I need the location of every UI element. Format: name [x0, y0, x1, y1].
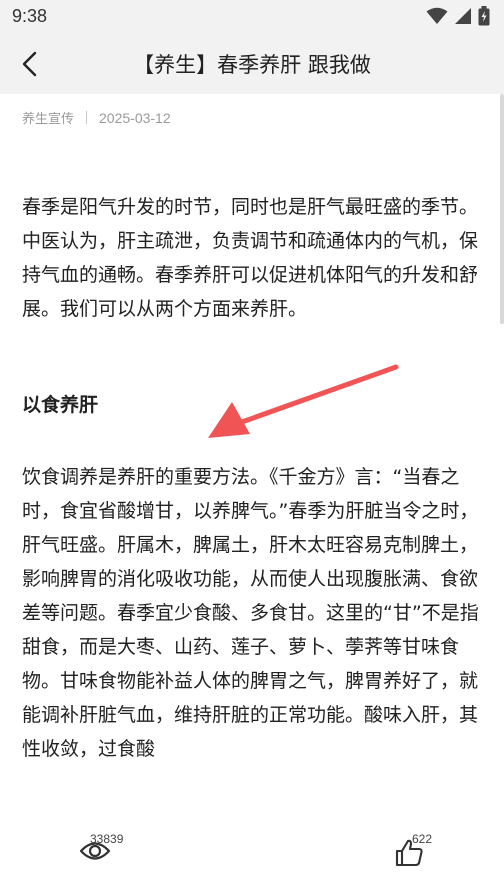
article-paragraph: 饮食调养是养肝的重要方法。《千金方》言：“当春之时，食宜省酸增甘，以养脾气。”春… — [22, 466, 479, 760]
status-bar: 9:38 — [0, 0, 504, 32]
content-fade — [0, 792, 504, 812]
signal-icon — [455, 8, 471, 24]
article-body: 春季是阳气升发的时节，同时也是肝气最旺盛的季节。中医认为，肝主疏泄，负责调节和疏… — [22, 190, 482, 804]
arrow-annotation-icon — [208, 364, 399, 438]
meta-divider — [86, 111, 88, 124]
article-paragraph: 春季是阳气升发的时节，同时也是肝气最旺盛的季节。中医认为，肝主疏泄，负责调节和疏… — [22, 196, 479, 320]
wifi-icon — [426, 7, 448, 24]
bottom-bar: 33839 622 — [0, 812, 504, 894]
article-date: 2025-03-12 — [99, 110, 171, 126]
status-icons — [426, 6, 490, 26]
header: 【养生】春季养肝 跟我做 — [0, 32, 504, 94]
status-time: 9:38 — [12, 6, 48, 26]
battery-icon — [478, 6, 490, 26]
article-source: 养生宣传 — [22, 112, 75, 127]
page-title: 【养生】春季养肝 跟我做 — [133, 53, 371, 77]
scrollbar[interactable] — [500, 94, 504, 324]
article-meta: 养生宣传 2025-03-12 — [22, 108, 171, 127]
likes-count: 622 — [412, 832, 433, 846]
views-count: 33839 — [90, 832, 124, 846]
